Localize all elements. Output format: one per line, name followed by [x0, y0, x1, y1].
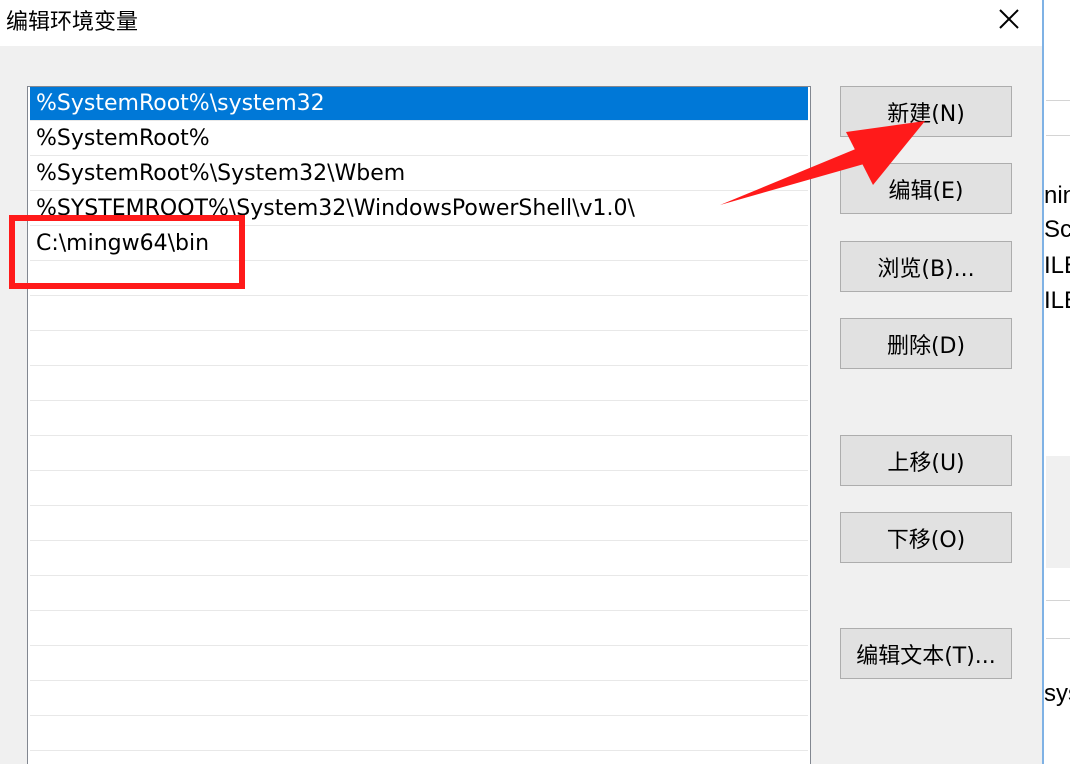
close-button[interactable]: [988, 0, 1030, 38]
new-button[interactable]: 新建(N): [840, 86, 1012, 137]
move-up-button[interactable]: 上移(U): [840, 435, 1012, 486]
empty-row: [30, 297, 808, 331]
window-title: 编辑环境变量: [6, 10, 139, 35]
list-item-text: %SystemRoot%\System32\Wbem: [36, 161, 406, 186]
highlight-box: [9, 215, 245, 289]
bg-text-fragment: ILE: [1044, 252, 1070, 279]
bg-divider: [1046, 135, 1070, 136]
bg-panel: [1046, 456, 1070, 568]
list-item[interactable]: %SystemRoot%\System32\Wbem: [30, 157, 808, 191]
empty-row: [30, 542, 808, 576]
empty-row: [30, 507, 808, 541]
empty-row: [30, 402, 808, 436]
empty-row: [30, 472, 808, 506]
move-down-button[interactable]: 下移(O): [840, 512, 1012, 563]
background-window: nin Scr ILE ILE sys: [1042, 0, 1070, 764]
empty-row: [30, 577, 808, 611]
bg-text-fragment: Scr: [1044, 216, 1070, 243]
edit-text-button[interactable]: 编辑文本(T)...: [840, 628, 1012, 679]
browse-button[interactable]: 浏览(B)...: [840, 241, 1012, 292]
edit-button[interactable]: 编辑(E): [840, 163, 1012, 214]
empty-row: [30, 612, 808, 646]
empty-row: [30, 367, 808, 401]
edit-env-var-dialog: 编辑环境变量 %SystemRoot%\system32 %SystemRoot…: [0, 0, 1042, 764]
empty-row: [30, 332, 808, 366]
empty-row: [30, 647, 808, 681]
bg-divider: [1046, 600, 1070, 601]
empty-row: [30, 437, 808, 471]
list-item[interactable]: %SystemRoot%: [30, 122, 808, 156]
close-icon: [999, 9, 1019, 29]
bg-divider: [1046, 638, 1070, 639]
list-item[interactable]: %SystemRoot%\system32: [30, 87, 808, 121]
bg-divider: [1046, 100, 1070, 101]
title-bar[interactable]: 编辑环境变量: [0, 0, 1042, 46]
empty-row: [30, 717, 808, 751]
list-item-text: %SystemRoot%\system32: [36, 91, 325, 116]
bg-text-fragment: nin: [1044, 182, 1070, 209]
path-list[interactable]: %SystemRoot%\system32 %SystemRoot% %Syst…: [27, 86, 811, 764]
delete-button[interactable]: 删除(D): [840, 318, 1012, 369]
bg-text-fragment: sys: [1044, 680, 1070, 707]
list-item-text: %SystemRoot%: [36, 126, 210, 151]
bg-text-fragment: ILE: [1044, 287, 1070, 314]
empty-row: [30, 682, 808, 716]
